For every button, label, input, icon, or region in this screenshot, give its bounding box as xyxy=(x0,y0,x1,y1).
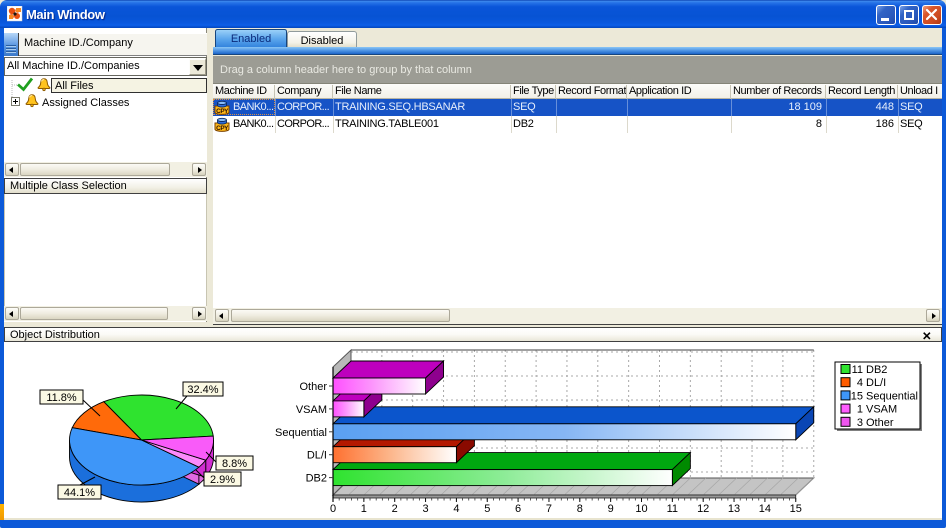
svg-text:CPY: CPY xyxy=(216,108,229,115)
svg-text:CPY: CPY xyxy=(216,125,229,132)
